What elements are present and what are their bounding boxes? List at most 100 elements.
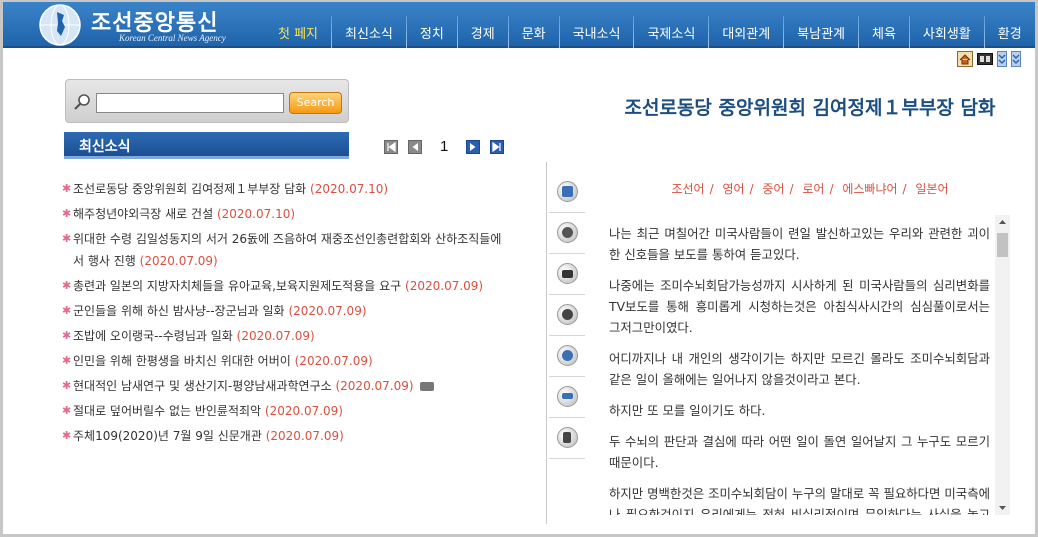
list-item: ✱ 절대로 덮어버릴수 없는 반인륜적죄악 (2020.07.09)	[62, 400, 532, 422]
bullet-icon: ✱	[62, 379, 72, 392]
news-date: (2020.07.09)	[264, 404, 343, 418]
news-title-link[interactable]: 조밥에 오이랭국--수령님과 일화	[73, 329, 233, 343]
search-input[interactable]	[96, 93, 284, 113]
camera-icon[interactable]	[549, 254, 585, 295]
bullet-icon: ✱	[62, 329, 72, 342]
scroll-up-icon[interactable]	[995, 215, 1010, 229]
news-date: (2020.07.10)	[216, 207, 296, 221]
print-icon[interactable]	[549, 377, 585, 418]
list-item: ✱ 현대적인 남새연구 및 생산기지-평양남새과학연구소 (2020.07.09…	[62, 375, 532, 397]
news-title-link[interactable]: 절대로 덮어버릴수 없는 반인륜적죄악	[73, 404, 261, 418]
toolbar-icons	[957, 51, 1021, 67]
next-page-icon[interactable]	[466, 139, 481, 154]
prev-page-icon[interactable]	[408, 139, 422, 154]
lang-link-spanish[interactable]: 에스빠냐어	[842, 182, 897, 196]
news-date: (2020.07.09)	[139, 254, 218, 268]
article-scrollbar[interactable]	[995, 215, 1010, 515]
speaker-icon[interactable]	[549, 418, 585, 459]
nav-home[interactable]: 첫 페지	[265, 2, 331, 48]
article-body: 나는 최근 며칠어간 미국사람들이 련일 발신하고있는 우리와 관련한 괴이한 …	[605, 215, 994, 515]
news-title-link[interactable]: 조선로동당 중앙위원회 김여정제１부부장 담화	[73, 182, 306, 196]
news-title-link[interactable]: 위대한 수령 김일성동지의 서거 26돐에 즈음하여 재중조선인총련합회와 산하…	[73, 232, 501, 268]
article-title: 조선로동당 중앙위원회 김여정제１부부장 담화	[624, 97, 996, 119]
news-title-link[interactable]: 해주청년야외극장 새로 건설	[73, 207, 213, 221]
news-date: (2020.07.09)	[294, 354, 373, 368]
news-date: (2020.07.09)	[405, 279, 484, 293]
list-item: ✱ 위대한 수령 김일성동지의 서거 26돐에 즈음하여 재중조선인총련합회와 …	[62, 228, 502, 272]
article-paragraph: 두 수뇌의 판단과 결심에 따라 어떤 일이 돌연 일어날지 그 누구도 모르기…	[609, 434, 990, 470]
lang-link-korean[interactable]: 조선어	[671, 182, 704, 196]
nav-sports[interactable]: 체육	[859, 2, 909, 48]
language-links: 조선어 / 영어 / 중어 / 로어 / 에스빠냐어 / 일본어	[671, 182, 949, 196]
list-item: ✱ 군인들을 위해 하신 밤사냥--장군님과 일화 (2020.07.09)	[62, 300, 532, 322]
news-title-link[interactable]: 현대적인 남새연구 및 생산기지-평양남새과학연구소	[73, 379, 332, 393]
bullet-icon: ✱	[62, 354, 72, 367]
lang-link-russian[interactable]: 로어	[802, 182, 824, 196]
nav-economy[interactable]: 경제	[458, 2, 508, 48]
article-paragraph: 하지만 명백한것은 조미수뇌회담이 누구의 말대로 꼭 필요하다면 미국측에나 …	[609, 486, 990, 515]
bullet-icon: ✱	[62, 429, 72, 442]
nav-international[interactable]: 국제소식	[634, 2, 708, 48]
search-button[interactable]: Search	[289, 92, 342, 114]
camera-icon	[420, 382, 435, 391]
photo-icon[interactable]	[549, 213, 585, 254]
bullet-icon: ✱	[62, 404, 72, 417]
news-title-link[interactable]: 인민을 위해 한평생을 바치신 위대한 어버이	[73, 354, 291, 368]
list-item: ✱ 인민을 위해 한평생을 바치신 위대한 어버이 (2020.07.09)	[62, 350, 532, 372]
nav-social-life[interactable]: 사회생활	[910, 2, 984, 48]
scroll-down-icon[interactable]	[995, 501, 1010, 515]
news-date: (2020.07.09)	[236, 329, 315, 343]
news-date: (2020.07.10)	[310, 182, 389, 196]
news-title-link[interactable]: 주체109(2020)년 7월 9일 신문개관	[73, 429, 262, 443]
search-box: Search	[65, 79, 349, 123]
list-item: ✱ 조밥에 오이랭국--수령님과 일화 (2020.07.09)	[62, 325, 532, 347]
lang-link-japanese[interactable]: 일본어	[915, 182, 948, 196]
article-paragraph: 하지만 또 모를 일이기도 하다.	[609, 403, 766, 418]
scroll-down-double-icon[interactable]	[1011, 51, 1021, 67]
news-date: (2020.07.09)	[335, 379, 414, 393]
film-icon[interactable]	[977, 51, 993, 67]
media-icon-bar	[549, 172, 585, 459]
news-title-link[interactable]: 군인들을 위해 하신 밤사냥--장군님과 일화	[73, 304, 285, 318]
audio-icon[interactable]	[549, 336, 585, 377]
bullet-icon: ✱	[62, 207, 72, 220]
bullet-icon: ✱	[62, 182, 72, 195]
column-divider	[546, 162, 547, 524]
first-page-icon[interactable]	[384, 139, 398, 154]
text-icon[interactable]	[549, 172, 585, 213]
nav-north-south[interactable]: 북남관계	[784, 2, 858, 48]
globe-logo-icon[interactable]	[37, 3, 83, 47]
scroll-thumb[interactable]	[997, 233, 1008, 257]
home-icon[interactable]	[957, 51, 973, 67]
video-icon[interactable]	[549, 295, 585, 336]
page-number[interactable]: 1	[440, 138, 448, 155]
news-title-link[interactable]: 총련과 일본의 지방자치체들을 유아교육,보육지원제도적용을 요구	[73, 279, 401, 293]
article-paragraph: 나는 최근 며칠어간 미국사람들이 련일 발신하고있는 우리와 관련한 괴이한 …	[609, 226, 990, 262]
site-header: 조선중앙통신 Korean Central News Agency 첫 페지 최…	[3, 2, 1035, 48]
list-item: ✱ 총련과 일본의 지방자치체들을 유아교육,보육지원제도적용을 요구 (202…	[62, 275, 532, 297]
magnifier-icon	[74, 94, 90, 110]
nav-politics[interactable]: 정치	[407, 2, 457, 48]
article-paragraph: 어디까지나 내 개인의 생각이기는 하지만 모르긴 몰라도 조미수뇌회담과 같은…	[609, 351, 990, 387]
latest-news-label: 최신소식	[79, 139, 131, 155]
lang-link-chinese[interactable]: 중어	[762, 182, 784, 196]
pagination: 1	[384, 138, 505, 155]
latest-news-header: 최신소식	[64, 132, 349, 159]
nav-culture[interactable]: 문화	[509, 2, 559, 48]
main-nav: 첫 페지 최신소식 정치 경제 문화 국내소식 국제소식 대외관계 북남관계 체…	[265, 2, 1035, 48]
bullet-icon: ✱	[62, 232, 72, 245]
news-date: (2020.07.09)	[265, 429, 344, 443]
nav-domestic[interactable]: 국내소식	[560, 2, 634, 48]
nav-external-relations[interactable]: 대외관계	[709, 2, 783, 48]
scroll-down-double-icon[interactable]	[997, 51, 1007, 67]
nav-environment[interactable]: 환경	[985, 2, 1035, 48]
article-paragraph: 나중에는 조미수뇌회담가능성까지 시사하게 된 미국사람들의 심리변화를 TV보…	[609, 278, 990, 335]
list-item: ✱ 조선로동당 중앙위원회 김여정제１부부장 담화 (2020.07.10)	[62, 178, 532, 200]
news-date: (2020.07.09)	[288, 304, 367, 318]
list-item: ✱ 주체109(2020)년 7월 9일 신문개관 (2020.07.09)	[62, 425, 532, 447]
last-page-icon[interactable]	[490, 139, 505, 154]
bullet-icon: ✱	[62, 304, 72, 317]
lang-link-english[interactable]: 영어	[722, 182, 744, 196]
site-subtitle: Korean Central News Agency	[119, 33, 226, 43]
nav-latest-news[interactable]: 최신소식	[332, 2, 406, 48]
